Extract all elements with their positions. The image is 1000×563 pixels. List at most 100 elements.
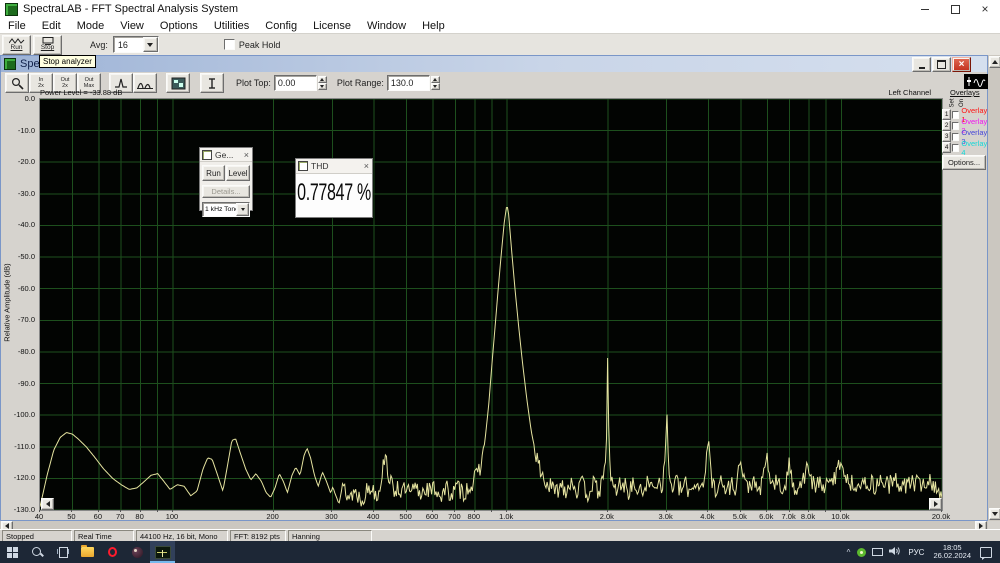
generator-signal-dropdown-arrow[interactable]: [236, 203, 249, 216]
menu-config[interactable]: Config: [257, 20, 305, 32]
overlay-2-checkbox[interactable]: [952, 122, 959, 130]
menu-view[interactable]: View: [112, 20, 152, 32]
menu-file[interactable]: File: [0, 20, 34, 32]
start-button[interactable]: [0, 541, 25, 563]
x-tick-label: 10.0k: [820, 512, 860, 521]
peak-hold-checkbox[interactable]: [224, 39, 235, 50]
spectrum-toolbar: In2xOut2xOutMax Plot Top: 0.00 Plot Rang…: [1, 72, 987, 94]
plot-range-spinner[interactable]: [431, 76, 440, 90]
signal-generator-icon[interactable]: [964, 74, 988, 89]
close-button[interactable]: ×: [970, 0, 1000, 18]
volume-icon[interactable]: [889, 543, 901, 561]
overlay-1-set-button[interactable]: 1: [942, 109, 951, 120]
overlays-col-on: On: [959, 99, 965, 107]
stop-tooltip: Stop analyzer: [39, 55, 96, 68]
network-icon[interactable]: [872, 548, 883, 557]
generator-close-icon[interactable]: ×: [244, 150, 249, 160]
spectrum-plot[interactable]: [39, 98, 943, 511]
thd-titlebar[interactable]: THD ×: [296, 159, 372, 174]
spectralab-taskbar-button[interactable]: [150, 541, 175, 563]
file-explorer-button[interactable]: [75, 541, 100, 563]
y-tick-label: -60.0: [1, 284, 35, 293]
y-tick-label: -40.0: [1, 220, 35, 229]
opera-browser-button[interactable]: [100, 541, 125, 563]
overlay-4-set-button[interactable]: 4: [942, 142, 951, 153]
peak-hold-label: Peak Hold: [239, 40, 281, 50]
media-app-button[interactable]: [125, 541, 150, 563]
menu-bar: FileEditModeViewOptionsUtilitiesConfigLi…: [0, 18, 1000, 33]
folder-icon: [81, 547, 94, 557]
generator-run-button[interactable]: Run: [202, 165, 225, 181]
main-toolbar: Run Stop Avg: 16 Peak Hold: [0, 33, 1000, 55]
scroll-down-button[interactable]: [989, 508, 1000, 520]
task-view-button[interactable]: [50, 541, 75, 563]
overlays-col-set: Set: [950, 98, 956, 107]
overlay-1-checkbox[interactable]: [952, 111, 959, 119]
scroll-up-button[interactable]: [989, 56, 1000, 68]
run-button[interactable]: Run: [2, 35, 31, 55]
channel-label: Left Channel: [888, 88, 931, 97]
plot-scroll-right-button[interactable]: [929, 498, 942, 510]
taskbar-clock[interactable]: 18:05 26.02.2024: [928, 544, 976, 560]
avg-select[interactable]: 16: [113, 36, 159, 53]
menu-utilities[interactable]: Utilities: [206, 20, 257, 32]
y-tick-label: -20.0: [1, 157, 35, 166]
avg-dropdown-arrow[interactable]: [143, 37, 158, 52]
menu-help[interactable]: Help: [414, 20, 453, 32]
avg-label: Avg:: [90, 40, 108, 50]
plot-top-label: Plot Top:: [236, 78, 271, 88]
menu-mode[interactable]: Mode: [69, 20, 113, 32]
bar-display-button[interactable]: [133, 73, 157, 93]
menu-license[interactable]: License: [305, 20, 359, 32]
y-tick-label: -10.0: [1, 126, 35, 135]
maximize-button[interactable]: [940, 0, 970, 18]
minimize-button[interactable]: [910, 0, 940, 18]
generator-level-button[interactable]: Level: [226, 165, 250, 181]
stop-button[interactable]: Stop: [33, 35, 62, 55]
overlay-3-set-button[interactable]: 3: [942, 131, 951, 142]
plot-scroll-left-button[interactable]: [41, 498, 54, 510]
tray-expand-icon[interactable]: ^: [843, 548, 855, 557]
zoom-tool-button[interactable]: [5, 73, 29, 93]
vertical-scrollbar[interactable]: [988, 55, 1000, 521]
system-tray: ^ РУС 18:05 26.02.2024: [843, 541, 1000, 563]
thd-close-icon[interactable]: ×: [364, 161, 369, 171]
overlay-3-checkbox[interactable]: [952, 133, 959, 141]
spectrum-trace: [40, 208, 942, 507]
spectrum-maximize-button[interactable]: [932, 57, 951, 72]
y-tick-label: -80.0: [1, 347, 35, 356]
plot-top-input[interactable]: 0.00: [274, 75, 317, 91]
antivirus-tray-icon[interactable]: [857, 548, 866, 557]
y-tick-label: -50.0: [1, 252, 35, 261]
taskbar-search[interactable]: [25, 541, 50, 563]
generator-titlebar[interactable]: Ge... ×: [200, 148, 252, 162]
horizontal-scrollbar[interactable]: [0, 521, 988, 529]
y-tick-label: -90.0: [1, 379, 35, 388]
overlay-4-label: Overlay 4: [961, 139, 988, 157]
menu-options[interactable]: Options: [152, 20, 206, 32]
spectrum-window: Spectrum × In2xOut2xOutMax Plot Top: 0.0…: [0, 55, 988, 521]
plot-range-input[interactable]: 130.0: [387, 75, 430, 91]
overlays-options-button[interactable]: Options...: [942, 155, 986, 170]
menu-window[interactable]: Window: [359, 20, 414, 32]
generator-signal-select[interactable]: 1 kHz Tone: [202, 202, 250, 217]
windows-logo-icon: [7, 547, 18, 558]
y-tick-label: -70.0: [1, 315, 35, 324]
x-tick-label: 300: [311, 512, 351, 521]
overlay-2-set-button[interactable]: 2: [942, 120, 951, 131]
x-tick-label: 2.0k: [587, 512, 627, 521]
marker-tool-button[interactable]: [200, 73, 224, 93]
notification-center-icon[interactable]: [980, 547, 992, 558]
display-options-button[interactable]: [166, 73, 190, 93]
desktop: SpectraLAB - FFT Spectral Analysis Syste…: [0, 0, 1000, 563]
thd-value: 0.77847 %: [296, 181, 372, 208]
spectrum-minimize-button[interactable]: [912, 57, 931, 72]
language-indicator[interactable]: РУС: [904, 548, 928, 557]
plot-top-spinner[interactable]: [318, 76, 327, 90]
spectrum-close-button[interactable]: ×: [952, 57, 971, 72]
x-tick-label: 100: [152, 512, 192, 521]
menu-edit[interactable]: Edit: [34, 20, 69, 32]
spectrum-titlebar[interactable]: Spectrum ×: [1, 56, 987, 72]
window-title: SpectraLAB - FFT Spectral Analysis Syste…: [23, 3, 238, 15]
overlay-4-checkbox[interactable]: [952, 144, 959, 152]
